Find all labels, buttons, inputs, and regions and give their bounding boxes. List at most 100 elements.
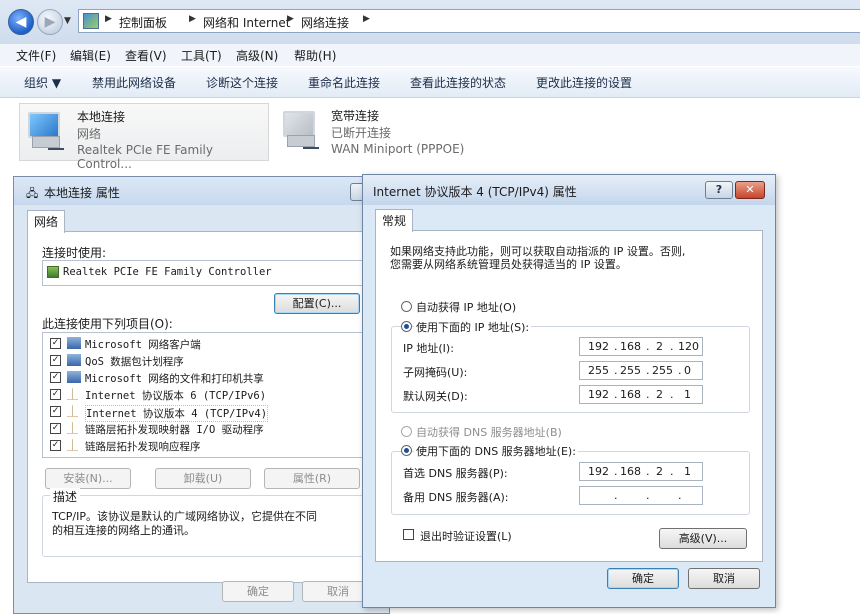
change-settings-button[interactable]: 更改此连接的设置 xyxy=(536,74,632,91)
title-bar: Internet 协议版本 4 (TCP/IPv4) 属性 ? ✕ xyxy=(363,175,775,205)
breadcrumb-separator-icon: ▶ xyxy=(189,14,196,24)
item-label: Microsoft 网络的文件和打印机共享 xyxy=(85,373,264,385)
subnet-mask-label: 子网掩码(U): xyxy=(403,366,468,379)
tab-panel: 连接时使用: Realtek PCIe FE Family Controller… xyxy=(27,231,379,583)
item-checkbox[interactable]: ✓ xyxy=(50,423,61,434)
breadcrumb-separator-icon: ▶ xyxy=(287,14,294,24)
menu-file[interactable]: 文件(F) xyxy=(16,47,56,64)
breadcrumb-network-connections[interactable]: 网络连接 xyxy=(301,14,349,31)
item-checkbox[interactable]: ✓ xyxy=(50,440,61,451)
install-button[interactable]: 安装(N)... xyxy=(45,468,131,489)
uninstall-button[interactable]: 卸载(U) xyxy=(155,468,251,489)
forward-button[interactable]: ▶ xyxy=(37,9,63,35)
item-label: 链路层拓扑发现映射器 I/O 驱动程序 xyxy=(85,424,264,436)
advanced-button[interactable]: 高级(V)... xyxy=(659,528,747,549)
client-icon xyxy=(67,337,81,349)
item-checkbox[interactable]: ✓ xyxy=(50,338,61,349)
forward-arrow-icon: ▶ xyxy=(44,14,56,30)
rename-button[interactable]: 重命名此连接 xyxy=(308,74,380,91)
auto-dns-radio[interactable] xyxy=(401,426,412,437)
auto-ip-radio[interactable] xyxy=(401,301,412,312)
preferred-dns-field[interactable]: 192. 168. 2. 1 xyxy=(579,462,703,481)
menu-tools[interactable]: 工具(T) xyxy=(181,47,222,64)
item-checkbox[interactable]: ✓ xyxy=(50,389,61,400)
manual-ip-label[interactable]: 使用下面的 IP 地址(S): xyxy=(414,319,532,335)
menu-advanced[interactable]: 高级(N) xyxy=(236,47,278,64)
connection-title: 本地连接 xyxy=(77,110,126,124)
title-bar: 🖧 本地连接 属性 xyxy=(14,177,389,205)
menu-view[interactable]: 查看(V) xyxy=(125,47,167,64)
gateway-field[interactable]: 192. 168. 2. 1 xyxy=(579,385,703,404)
intro-text-line2: 您需要从网络系统管理员处获得适当的 IP 设置。 xyxy=(390,258,627,271)
item-checkbox[interactable]: ✓ xyxy=(50,355,61,366)
local-connection-properties-window: 🖧 本地连接 属性 网络 连接时使用: Realtek PCIe FE Fami… xyxy=(13,176,390,614)
menu-edit[interactable]: 编辑(E) xyxy=(70,47,111,64)
ip-address-label: IP 地址(I): xyxy=(403,342,454,355)
breadcrumb-control-panel[interactable]: 控制面板 xyxy=(119,14,167,31)
help-button[interactable]: ? xyxy=(705,181,733,199)
ok-button[interactable]: 确定 xyxy=(222,581,294,602)
protocol-icon: ⏊ xyxy=(67,422,78,435)
manual-dns-label[interactable]: 使用下面的 DNS 服务器地址(E): xyxy=(414,443,578,459)
items-list: ✓ Microsoft 网络客户端 ✓ QoS 数据包计划程序 ✓ Micros… xyxy=(42,332,369,458)
item-checkbox[interactable]: ✓ xyxy=(50,406,61,417)
ipv4-properties-dialog: Internet 协议版本 4 (TCP/IPv4) 属性 ? ✕ 常规 如果网… xyxy=(362,174,776,608)
view-status-button[interactable]: 查看此连接的状态 xyxy=(410,74,506,91)
menu-bar: 文件(F) 编辑(E) 查看(V) 工具(T) 高级(N) 帮助(H) xyxy=(0,44,860,66)
item-label: Internet 协议版本 6 (TCP/IPv6) xyxy=(85,390,267,402)
dialog-title: Internet 协议版本 4 (TCP/IPv4) 属性 xyxy=(373,185,577,199)
breadcrumb-network-internet[interactable]: 网络和 Internet xyxy=(203,14,290,31)
item-label: QoS 数据包计划程序 xyxy=(85,356,184,368)
history-dropdown-icon[interactable]: ▼ xyxy=(64,16,71,26)
connect-using-label: 连接时使用: xyxy=(42,246,107,260)
connection-status: 网络 xyxy=(77,127,102,141)
tab-panel: 如果网络支持此功能，则可以获取自动指派的 IP 设置。否则, 您需要从网络系统管… xyxy=(375,230,763,562)
description-text-line2: 的相互连接的网络上的通讯。 xyxy=(52,524,195,537)
tab-network[interactable]: 网络 xyxy=(27,210,66,233)
adapter-icon xyxy=(47,266,59,278)
auto-dns-label[interactable]: 自动获得 DNS 服务器地址(B) xyxy=(416,424,562,440)
connection-item-broadband[interactable]: 宽带连接 已断开连接 WAN Miniport (PPPOE) xyxy=(275,103,525,161)
close-button[interactable]: ✕ xyxy=(735,181,765,199)
validate-checkbox[interactable] xyxy=(403,529,414,540)
ok-button[interactable]: 确定 xyxy=(607,568,679,589)
disable-device-button[interactable]: 禁用此网络设备 xyxy=(92,74,176,91)
control-panel-icon xyxy=(83,13,99,29)
gateway-label: 默认网关(D): xyxy=(403,390,468,403)
alternate-dns-field[interactable]: ... xyxy=(579,486,703,505)
tab-general[interactable]: 常规 xyxy=(375,209,414,232)
diagnose-button[interactable]: 诊断这个连接 xyxy=(206,74,278,91)
manual-ip-radio[interactable] xyxy=(401,321,412,332)
network-icon: 🖧 xyxy=(26,187,39,200)
validate-label[interactable]: 退出时验证设置(L) xyxy=(420,528,512,544)
protocol-icon: ⏊ xyxy=(67,388,78,401)
items-label: 此连接使用下列项目(O): xyxy=(42,317,173,331)
description-label: 描述 xyxy=(50,488,81,505)
properties-button[interactable]: 属性(R) xyxy=(264,468,360,489)
manual-dns-group xyxy=(391,451,750,515)
item-label: Microsoft 网络客户端 xyxy=(85,339,201,351)
broadband-adapter-icon xyxy=(279,109,319,149)
adapter-field: Realtek PCIe FE Family Controller xyxy=(42,260,369,286)
connection-status: 已断开连接 xyxy=(331,126,392,140)
alternate-dns-label: 备用 DNS 服务器(A): xyxy=(403,491,509,504)
address-bar: ◀ ▶ ▼ ▶ 控制面板 ▶ 网络和 Internet ▶ 网络连接 ▶ xyxy=(0,0,860,45)
breadcrumb-separator-icon: ▶ xyxy=(105,14,112,24)
network-adapter-icon xyxy=(24,110,64,150)
connection-title: 宽带连接 xyxy=(331,109,380,123)
configure-button[interactable]: 配置(C)... xyxy=(274,293,360,314)
item-checkbox[interactable]: ✓ xyxy=(50,372,61,383)
ip-address-field[interactable]: 192. 168. 2. 120 xyxy=(579,337,703,356)
menu-help[interactable]: 帮助(H) xyxy=(294,47,336,64)
subnet-mask-field[interactable]: 255. 255. 255. 0 xyxy=(579,361,703,380)
address-field[interactable]: ▶ 控制面板 ▶ 网络和 Internet ▶ 网络连接 ▶ xyxy=(78,9,860,33)
cancel-button[interactable]: 取消 xyxy=(688,568,760,589)
connection-item-local[interactable]: 本地连接 网络 Realtek PCIe FE Family Control..… xyxy=(19,103,269,171)
auto-ip-label[interactable]: 自动获得 IP 地址(O) xyxy=(416,299,516,315)
manual-dns-radio[interactable] xyxy=(401,445,412,456)
protocol-icon: ⏊ xyxy=(67,405,78,418)
back-button[interactable]: ◀ xyxy=(8,9,34,35)
organize-button[interactable]: 组织 ▼ xyxy=(24,74,61,91)
breadcrumb-separator-icon: ▶ xyxy=(363,14,370,24)
connection-adapter: Realtek PCIe FE Family Control... xyxy=(77,143,213,171)
